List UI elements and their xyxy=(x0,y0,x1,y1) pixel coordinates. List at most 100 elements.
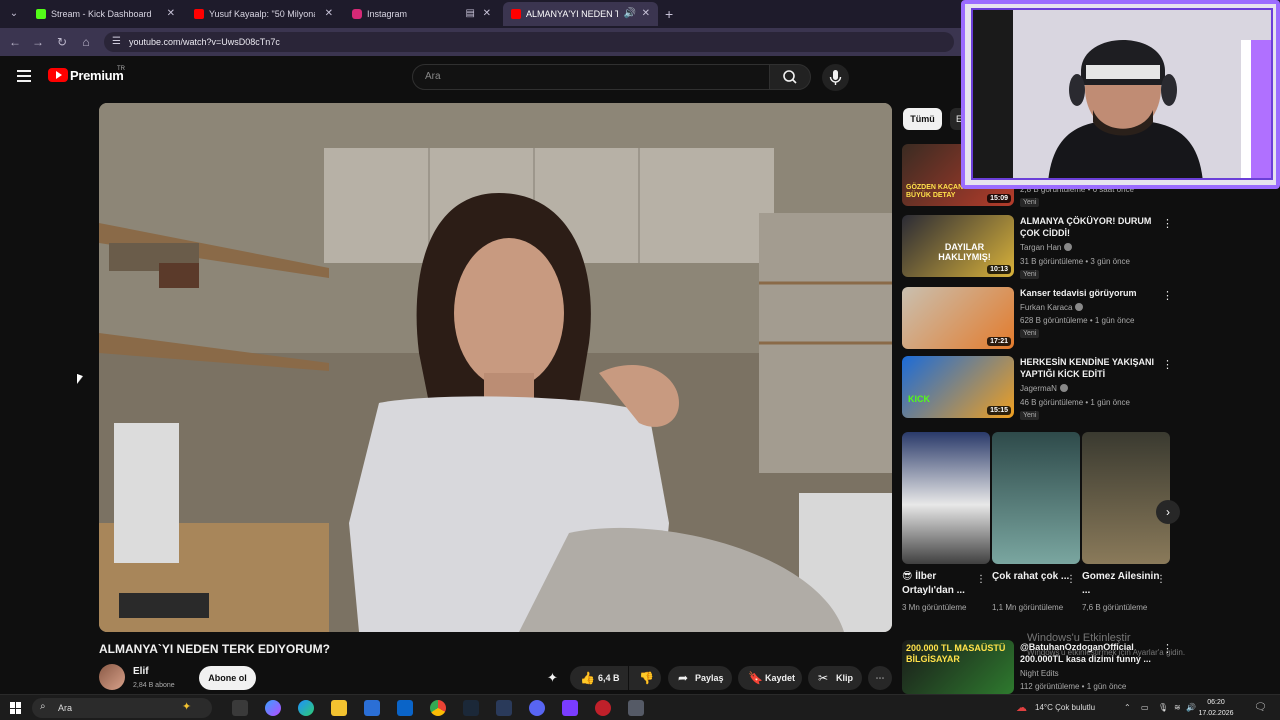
tab-youtube-yusuf[interactable]: Yusuf Kayaalp: "50 Milyona Kar ✕ xyxy=(186,2,341,26)
tab-current-video[interactable]: ALMANYA'YI NEDEN TERK E 🔊 ✕ xyxy=(503,2,658,26)
clip-button[interactable]: ✂ Klip xyxy=(808,666,862,690)
wifi-icon[interactable]: ≋ xyxy=(1174,695,1181,720)
search-button[interactable] xyxy=(769,64,811,90)
short-title[interactable]: 😎 İlber Ortaylı'dan ... xyxy=(902,570,980,598)
channel-label: Furkan Karaca xyxy=(1020,303,1073,312)
network-icon[interactable]: ▭ xyxy=(1141,695,1149,720)
short-title[interactable]: Çok rahat çok ... xyxy=(992,570,1070,584)
ask-ai-icon[interactable]: ✦ xyxy=(547,670,558,686)
outlook-icon[interactable] xyxy=(397,700,413,716)
app-icon[interactable] xyxy=(628,700,644,716)
youtube-logo-icon[interactable] xyxy=(48,68,68,82)
chrome-icon[interactable] xyxy=(430,700,446,716)
close-icon[interactable]: ✕ xyxy=(483,2,491,26)
file-explorer-icon[interactable] xyxy=(331,700,347,716)
more-actions-button[interactable]: ⋯ xyxy=(868,666,892,690)
app-icon[interactable] xyxy=(496,700,512,716)
search-input[interactable]: Ara xyxy=(412,64,770,90)
new-badge: Yeni xyxy=(1020,329,1040,338)
short-thumbnail[interactable] xyxy=(992,432,1080,564)
more-icon[interactable]: ⋮ xyxy=(1156,574,1166,585)
channel-name[interactable]: JagermaN xyxy=(1020,384,1068,393)
speaker-icon[interactable]: 🔊 xyxy=(624,2,636,26)
more-icon[interactable]: ⋮ xyxy=(1162,358,1173,371)
tray-overflow-icon[interactable]: ⌃ xyxy=(1124,695,1131,720)
obs-icon[interactable] xyxy=(595,700,611,716)
thumbnail-text: DAYILAR HAKLIYMIŞ! xyxy=(938,242,991,262)
video-title[interactable]: HERKESİN KENDİNE YAKIŞANI YAPTIĞI KİCK E… xyxy=(1020,356,1160,380)
recommendation-item[interactable]: DAYILAR HAKLIYMIŞ! 10:13 ALMANYA ÇÖKÜYOR… xyxy=(902,215,1182,283)
home-icon[interactable]: ⌂ xyxy=(78,34,94,50)
channel-avatar[interactable] xyxy=(99,664,125,690)
recommendation-item[interactable]: KICK 15:15 HERKESİN KENDİNE YAKIŞANI YAP… xyxy=(902,356,1182,420)
taskbar-search[interactable]: ⌕ Ara ✦ xyxy=(32,698,212,718)
video-player[interactable] xyxy=(99,103,892,632)
video-title: ALMANYA`YI NEDEN TERK EDIYORUM? xyxy=(99,642,330,656)
tab-kick-dashboard[interactable]: Stream - Kick Dashboard ✕ xyxy=(28,2,183,26)
notification-icon[interactable]: 🗨 xyxy=(1254,695,1267,720)
forward-icon[interactable]: → xyxy=(30,34,46,50)
edge-icon[interactable] xyxy=(298,700,314,716)
video-thumbnail[interactable]: 200.000 TL MASAÜSTÜ BİLGİSAYAR xyxy=(902,640,1014,694)
url-text[interactable]: youtube.com/watch?v=UwsD08cTn7c xyxy=(129,32,280,52)
recommendation-item[interactable]: 17:21 Kanser tedavisi görüyorum Furkan K… xyxy=(902,287,1182,349)
channel-label: JagermaN xyxy=(1020,384,1057,393)
tab-instagram[interactable]: Instagram ▤ ✕ xyxy=(344,2,499,26)
system-clock[interactable]: 06:20 17.02.2026 xyxy=(1195,697,1237,719)
save-button[interactable]: 🔖 Kaydet xyxy=(738,666,802,690)
more-icon[interactable]: ⋮ xyxy=(976,574,986,585)
search-placeholder: Ara xyxy=(425,71,441,82)
chip-all[interactable]: Tümü xyxy=(903,108,942,130)
tab-label: Stream - Kick Dashboard xyxy=(51,9,152,19)
close-icon[interactable]: ✕ xyxy=(325,2,333,26)
back-icon[interactable]: ← xyxy=(7,34,23,50)
discord-icon[interactable] xyxy=(529,700,545,716)
site-info-icon[interactable]: ☰ xyxy=(112,35,126,49)
microphone-icon[interactable]: 🎙 xyxy=(1158,695,1168,720)
voice-search-button[interactable] xyxy=(822,64,849,91)
more-icon[interactable]: ⋮ xyxy=(1066,574,1076,585)
like-button[interactable]: 👍 6,4 B xyxy=(570,666,628,690)
menu-icon[interactable] xyxy=(17,70,31,82)
short-thumbnail[interactable] xyxy=(1082,432,1170,564)
copilot-icon[interactable] xyxy=(265,700,281,716)
steam-icon[interactable] xyxy=(463,700,479,716)
task-view-icon[interactable] xyxy=(232,700,248,716)
weather-icon[interactable]: ☁ xyxy=(1016,695,1027,720)
thumbs-up-icon: 👍 xyxy=(580,671,595,685)
app-icon[interactable] xyxy=(562,700,578,716)
channel-name[interactable]: Night Edits xyxy=(1020,669,1059,678)
store-icon[interactable] xyxy=(364,700,380,716)
weather-text[interactable]: 14°C Çok bulutlu xyxy=(1035,695,1095,720)
chevron-right-icon[interactable]: › xyxy=(1156,500,1180,524)
short-views: 7,6 B görüntüleme xyxy=(1082,603,1148,612)
close-icon[interactable]: ✕ xyxy=(167,2,175,26)
dislike-button[interactable]: 👎 xyxy=(629,666,661,690)
channel-name[interactable]: Elif xyxy=(133,666,149,677)
windows-start-icon[interactable] xyxy=(10,702,22,714)
close-icon[interactable]: ✕ xyxy=(642,2,650,26)
subscribe-button[interactable]: Abone ol xyxy=(199,666,256,690)
more-icon[interactable]: ⋮ xyxy=(1162,289,1173,302)
microphone-icon xyxy=(829,70,842,85)
more-icon[interactable]: ⋮ xyxy=(1162,217,1173,230)
share-button[interactable]: ➦ Paylaş xyxy=(668,666,732,690)
video-thumbnail[interactable]: 17:21 xyxy=(902,287,1014,349)
short-title[interactable]: Gomez Ailesinin ... xyxy=(1082,570,1160,598)
video-thumbnail[interactable]: DAYILAR HAKLIYMIŞ! 10:13 xyxy=(902,215,1014,277)
new-tab-button[interactable]: + xyxy=(665,5,673,23)
video-title[interactable]: Kanser tedavisi görüyorum xyxy=(1020,287,1160,299)
address-bar[interactable]: ☰ youtube.com/watch?v=UwsD08cTn7c xyxy=(104,32,954,52)
video-title[interactable]: ALMANYA ÇÖKÜYOR! DURUM ÇOK CİDDİ! xyxy=(1020,215,1160,239)
tab-label: Yusuf Kayaalp: "50 Milyona Kar xyxy=(209,9,315,19)
tab-search-button[interactable]: ⌄ xyxy=(5,5,23,23)
more-icon: ⋯ xyxy=(875,673,885,683)
short-thumbnail[interactable] xyxy=(902,432,990,564)
brand-label[interactable]: Premium xyxy=(70,68,124,83)
tab-label: Instagram xyxy=(367,9,408,19)
channel-name[interactable]: Targan Han xyxy=(1020,243,1073,252)
channel-name[interactable]: Furkan Karaca xyxy=(1020,303,1084,312)
reload-icon[interactable]: ↻ xyxy=(54,34,70,50)
activation-watermark-title: Windows'u Etkinleştir xyxy=(1027,632,1131,644)
video-thumbnail[interactable]: KICK 15:15 xyxy=(902,356,1014,418)
